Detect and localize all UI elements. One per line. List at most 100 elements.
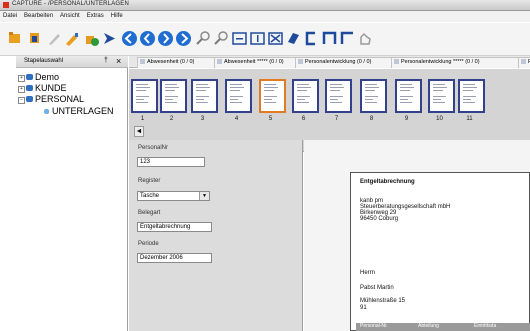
menu-datei[interactable]: Datei bbox=[3, 13, 17, 19]
periode-input[interactable]: Dezember 2006 bbox=[137, 253, 212, 263]
personalnr-input[interactable]: 123 bbox=[137, 157, 205, 167]
thumbnail-line bbox=[165, 90, 175, 91]
tree-node-kunde[interactable]: + KUNDE bbox=[16, 83, 128, 94]
page-thumbnail[interactable] bbox=[160, 79, 187, 113]
page-thumbnail[interactable] bbox=[131, 79, 158, 113]
fit-width-icon[interactable] bbox=[231, 30, 248, 47]
scroll-left-button[interactable]: ◄ bbox=[134, 126, 144, 137]
folder-icon bbox=[26, 85, 33, 91]
collapse-icon[interactable]: − bbox=[18, 97, 25, 104]
toolbar bbox=[0, 23, 530, 56]
menu-bearbeiten[interactable]: Bearbeiten bbox=[24, 13, 53, 19]
scanner-icon[interactable] bbox=[7, 30, 24, 47]
close-icon[interactable]: × bbox=[116, 56, 121, 66]
folder-icon bbox=[26, 74, 33, 80]
thumbnail-line bbox=[165, 84, 177, 85]
belegart-label: Belegart bbox=[138, 210, 161, 216]
tab-bar: Abwesenheit (0 / 0) Abwesenheit ***** (0… bbox=[129, 56, 530, 68]
thumbnail-line bbox=[165, 102, 177, 103]
thumbnail-number: 1 bbox=[140, 116, 145, 122]
menu-ansicht[interactable]: Ansicht bbox=[60, 13, 80, 19]
menu-extras[interactable]: Extras bbox=[87, 13, 104, 19]
frame-corner-icon[interactable] bbox=[339, 30, 356, 47]
recipient-line: Herrn bbox=[360, 270, 376, 276]
thumbnail-line bbox=[365, 90, 375, 91]
thumbnail-line bbox=[297, 99, 305, 100]
page-thumbnail[interactable] bbox=[259, 79, 286, 113]
menu-hilfe[interactable]: Hilfe bbox=[111, 13, 123, 19]
belegart-input[interactable]: Entgeltabrechnung bbox=[137, 222, 212, 232]
thumbnail-line bbox=[136, 84, 148, 85]
thumbnail-number: 7 bbox=[334, 116, 339, 122]
tab-label: Personalentwicklung ***** (0 / 0) bbox=[401, 59, 480, 65]
thumbnail-line bbox=[196, 87, 210, 88]
next-page-icon[interactable] bbox=[157, 30, 174, 47]
recipient-line: Pabst Martin bbox=[360, 285, 394, 291]
thumbnail-number: 4 bbox=[234, 116, 239, 122]
tree-node-personal[interactable]: − PERSONAL bbox=[16, 94, 128, 105]
register-select[interactable]: Tasche ▼ bbox=[137, 191, 210, 201]
thumbnail-line bbox=[297, 90, 307, 91]
tab-abwesenheit-2[interactable]: Abwesenheit ***** (0 / 0) bbox=[214, 57, 296, 68]
thumbnail-line bbox=[165, 99, 173, 100]
recycle-icon[interactable] bbox=[83, 30, 100, 47]
batch-selection-panel: Stapelauswahl † × + Demo + KUNDE − PERSO… bbox=[16, 56, 128, 331]
tab-abwesenheit[interactable]: Abwesenheit (0 / 0) bbox=[137, 57, 215, 68]
page-thumbnail[interactable] bbox=[191, 79, 218, 113]
page-thumbnail[interactable] bbox=[360, 79, 387, 113]
panel-header: Stapelauswahl † × bbox=[16, 56, 128, 68]
thumbnail-line bbox=[297, 84, 309, 85]
tree-node-unterlagen[interactable]: UNTERLAGEN bbox=[16, 106, 128, 117]
tab-icon bbox=[217, 59, 222, 65]
zoom-in-icon[interactable] bbox=[195, 30, 212, 47]
tree-label: UNTERLAGEN bbox=[52, 106, 114, 116]
page-thumbnail[interactable] bbox=[225, 79, 252, 113]
edit-icon[interactable] bbox=[64, 30, 81, 47]
thumbnail-line bbox=[264, 99, 272, 100]
fit-page-icon[interactable] bbox=[249, 30, 266, 47]
import-icon[interactable] bbox=[27, 30, 44, 47]
pen-icon[interactable] bbox=[46, 30, 63, 47]
page-thumbnail[interactable] bbox=[292, 79, 319, 113]
frame-top-icon[interactable] bbox=[321, 30, 338, 47]
subfolder-icon bbox=[44, 109, 49, 114]
page-thumbnail[interactable] bbox=[428, 79, 455, 113]
send-icon[interactable] bbox=[101, 30, 118, 47]
thumbnail-line bbox=[136, 87, 150, 88]
tree-node-demo[interactable]: + Demo bbox=[16, 72, 128, 83]
tree-label: PERSONAL bbox=[35, 94, 85, 104]
last-page-icon[interactable] bbox=[175, 30, 192, 47]
previous-page-icon[interactable] bbox=[139, 30, 156, 47]
tab-icon bbox=[298, 59, 303, 65]
thumbnail-line bbox=[330, 102, 342, 103]
tab-personalentwicklung[interactable]: Personalentwicklung (0 / 0) bbox=[295, 57, 392, 68]
thumbnail-line bbox=[297, 102, 309, 103]
page-thumbnail[interactable] bbox=[458, 79, 485, 113]
rotate-icon[interactable] bbox=[285, 30, 302, 47]
frame-left-icon[interactable] bbox=[303, 30, 320, 47]
thumbnail-line bbox=[400, 99, 408, 100]
pin-icon[interactable]: † bbox=[104, 57, 108, 64]
page-thumbnail[interactable] bbox=[395, 79, 422, 113]
thumbnail-number: 10 bbox=[436, 116, 443, 122]
first-page-icon[interactable] bbox=[121, 30, 138, 47]
expand-icon[interactable]: + bbox=[18, 86, 25, 93]
chevron-down-icon[interactable]: ▼ bbox=[199, 192, 209, 200]
thumbnail-line bbox=[196, 102, 208, 103]
tab-p[interactable]: P bbox=[518, 57, 530, 68]
thumbnail-line bbox=[196, 90, 206, 91]
fit-all-icon[interactable] bbox=[267, 30, 284, 47]
register-label: Register bbox=[138, 178, 161, 184]
page-thumbnail[interactable] bbox=[325, 79, 352, 113]
zoom-out-icon[interactable] bbox=[213, 30, 230, 47]
tab-label: Personalentwicklung (0 / 0) bbox=[305, 59, 372, 65]
thumbnail-line bbox=[433, 84, 445, 85]
expand-icon[interactable]: + bbox=[18, 75, 25, 82]
thumbnail-number: 5 bbox=[268, 116, 273, 122]
tab-personalentwicklung-2[interactable]: Personalentwicklung ***** (0 / 0) bbox=[391, 57, 519, 68]
thumbnail-line bbox=[330, 96, 343, 97]
thumbnail-line bbox=[264, 84, 276, 85]
register-value: Tasche bbox=[140, 193, 160, 199]
panel-title: Stapelauswahl bbox=[24, 58, 64, 64]
hand-icon[interactable] bbox=[357, 30, 374, 47]
